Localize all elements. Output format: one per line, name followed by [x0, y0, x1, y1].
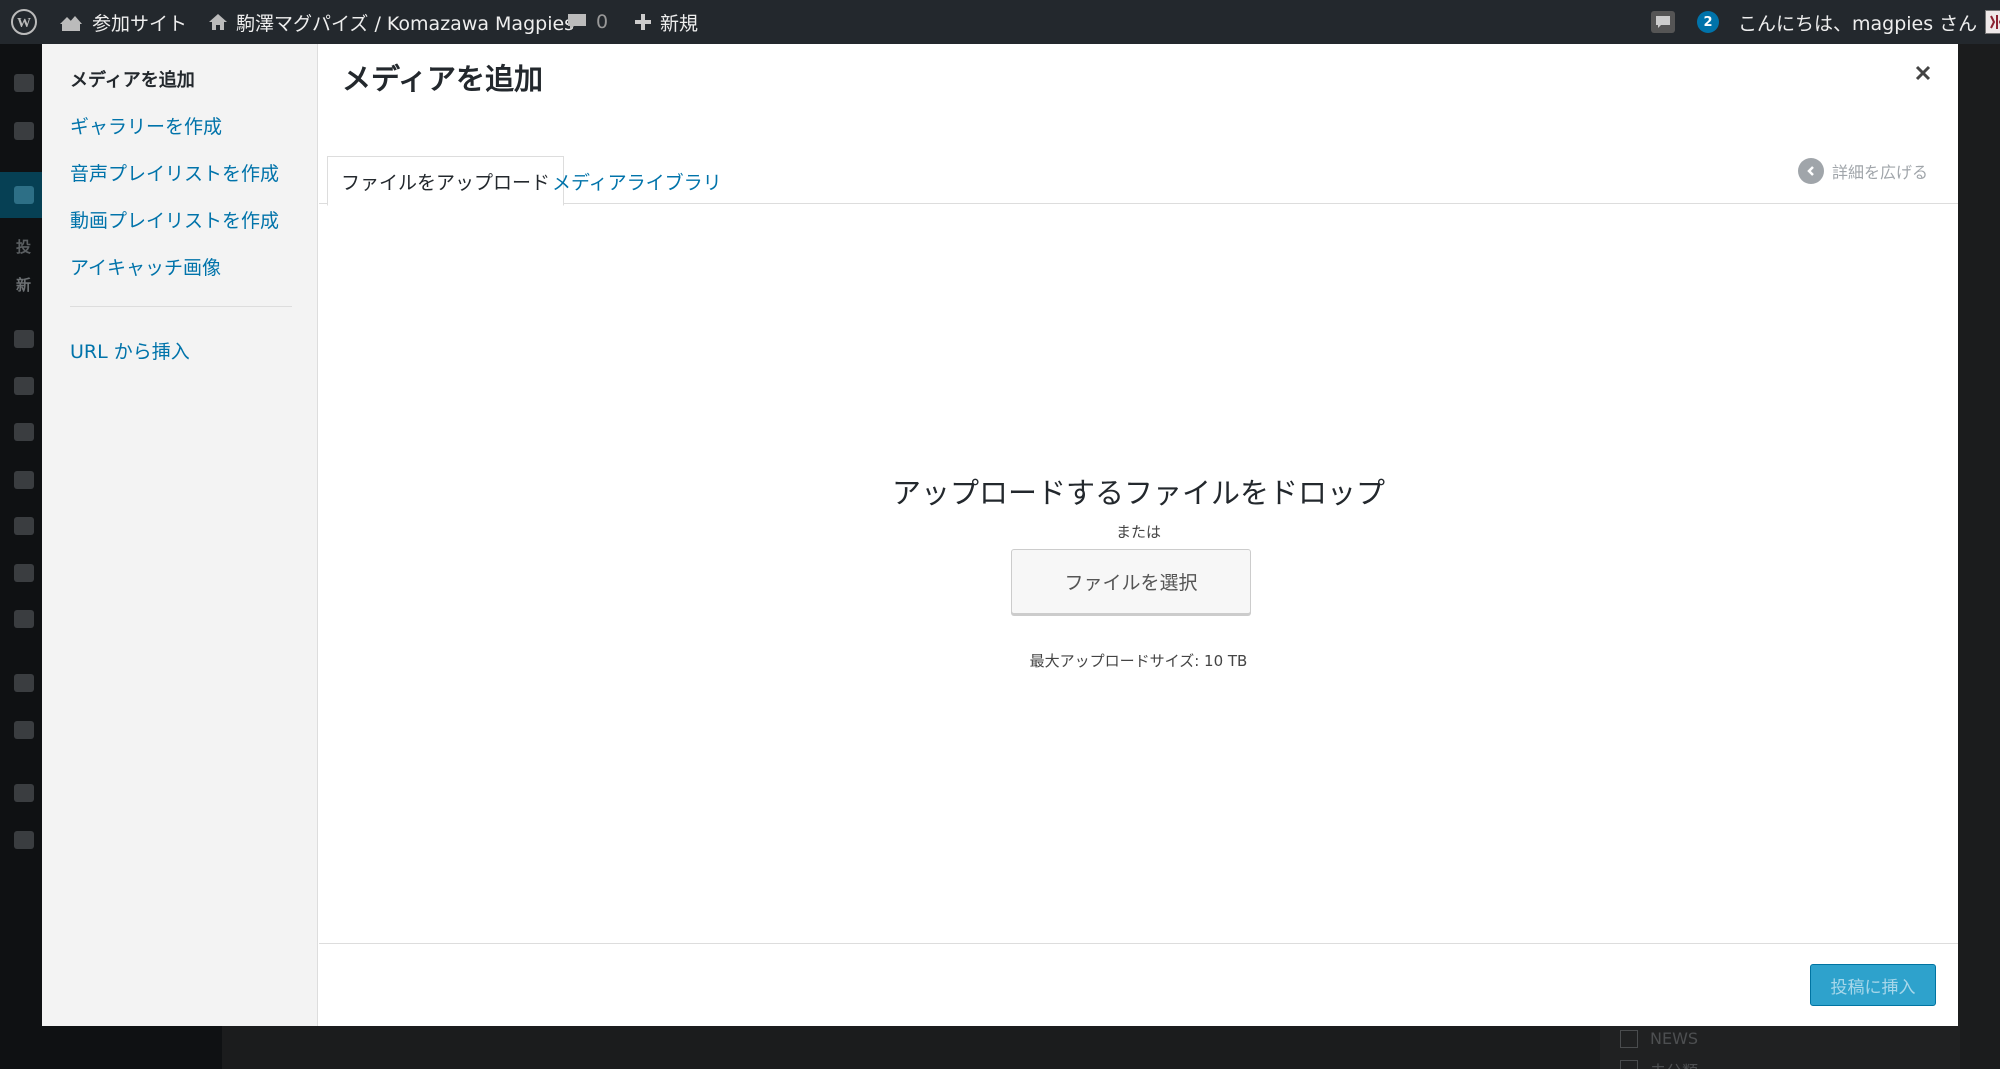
home-icon [209, 14, 227, 30]
comment-icon [568, 14, 586, 30]
upload-dropzone[interactable]: アップロードするファイルをドロップ または ファイルを選択 最大アップロードサイ… [319, 204, 1958, 987]
close-icon [1915, 65, 1931, 81]
comments-count: 0 [596, 11, 609, 33]
svg-text:W: W [17, 16, 31, 31]
tools-icon [14, 721, 34, 739]
account-menu[interactable]: こんにちは、magpies さん [1738, 0, 2000, 44]
pin2-icon [14, 377, 34, 395]
modal-title: メディアを追加 [342, 62, 543, 96]
jetpack-icon [14, 122, 34, 140]
calendar-icon [14, 423, 34, 441]
avatar [1985, 10, 2000, 34]
category-checkbox [1620, 1060, 1638, 1069]
posts-submenu-label: 投 [16, 238, 32, 256]
collapse-icon [14, 831, 34, 849]
my-sites-label: 参加サイト [92, 12, 188, 35]
play-icon [14, 784, 34, 802]
site-name-menu[interactable]: 駒澤マグパイズ / Komazawa Magpies [208, 0, 574, 44]
greeting-text: こんにちは、magpies さん [1738, 12, 1978, 35]
plus-icon [635, 14, 651, 30]
router-tabs: ファイルをアップロード メディアライブラリ 詳細を広げる [319, 108, 1958, 206]
shield-icon [14, 471, 34, 489]
my-sites-menu[interactable]: 参加サイト [58, 0, 187, 44]
my-sites-icon [60, 16, 82, 31]
expand-details-button[interactable]: 詳細を広げる [1797, 156, 1928, 186]
drop-instructions: アップロードするファイルをドロップ [891, 476, 1385, 510]
dashboard-icon [14, 74, 34, 92]
or-text: または [1115, 523, 1161, 541]
wordpress-logo-icon[interactable]: W [10, 0, 38, 44]
menu-separator [70, 306, 292, 307]
admin-bar: W 参加サイト 駒澤マグパイズ / Komazawa Magpies 0 新規 … [0, 0, 2000, 44]
shirt-icon [14, 517, 34, 535]
chevron-left-icon [1797, 158, 1824, 184]
category-label: 未分類 [1650, 1058, 1698, 1069]
menu-item-insert-from-url[interactable]: URL から挿入 [70, 337, 190, 364]
notifications-count-badge: 2 [1697, 11, 1719, 33]
menu-item-video-playlist[interactable]: 動画プレイリストを作成 [70, 206, 279, 233]
media-menu: メディアを追加 ギャラリーを作成 音声プレイリストを作成 動画プレイリストを作成… [42, 44, 318, 1026]
media-frame: メディアを追加 ファイルをアップロード メディアライブラリ 詳細を広げる アップ… [319, 44, 1958, 1026]
site-name: 駒澤マグパイズ / Komazawa Magpies [236, 12, 575, 35]
notification-menu[interactable] [1650, 0, 1676, 44]
menu-item-featured-image[interactable]: アイキャッチ画像 [70, 253, 221, 280]
updates-menu[interactable]: 2 [1697, 0, 1719, 44]
insert-into-post-button[interactable]: 投稿に挿入 [1810, 964, 1936, 1006]
new-post-submenu-label: 新 [16, 276, 32, 294]
category-label: NEWS [1650, 1029, 1699, 1048]
chat-bubble-icon [1651, 11, 1675, 33]
menu-item-audio-playlist[interactable]: 音声プレイリストを作成 [70, 159, 279, 186]
panel-icon [14, 564, 34, 582]
comments-menu[interactable]: 0 [566, 0, 608, 44]
user-icon [14, 674, 34, 692]
max-upload-size: 最大アップロードサイズ: 10 TB [1029, 652, 1248, 670]
link-icon [14, 330, 34, 348]
expand-details-label: 詳細を広げる [1831, 163, 1928, 182]
category-checkbox [1620, 1030, 1638, 1048]
media-modal: メディアを追加 ギャラリーを作成 音声プレイリストを作成 動画プレイリストを作成… [42, 44, 1958, 1026]
close-button[interactable] [1908, 58, 1938, 88]
menu-item-create-gallery[interactable]: ギャラリーを作成 [70, 112, 222, 139]
modal-toolbar: 投稿に挿入 [319, 943, 1958, 1026]
new-label: 新規 [660, 12, 699, 35]
key-icon [14, 610, 34, 628]
menu-item-add-media[interactable]: メディアを追加 [70, 66, 195, 92]
select-files-button[interactable]: ファイルを選択 [1011, 549, 1251, 614]
new-content-menu[interactable]: 新規 [634, 0, 698, 44]
tab-media-library[interactable]: メディアライブラリ [539, 156, 735, 206]
tab-upload-files[interactable]: ファイルをアップロード [327, 156, 565, 206]
pin-icon [14, 186, 34, 204]
